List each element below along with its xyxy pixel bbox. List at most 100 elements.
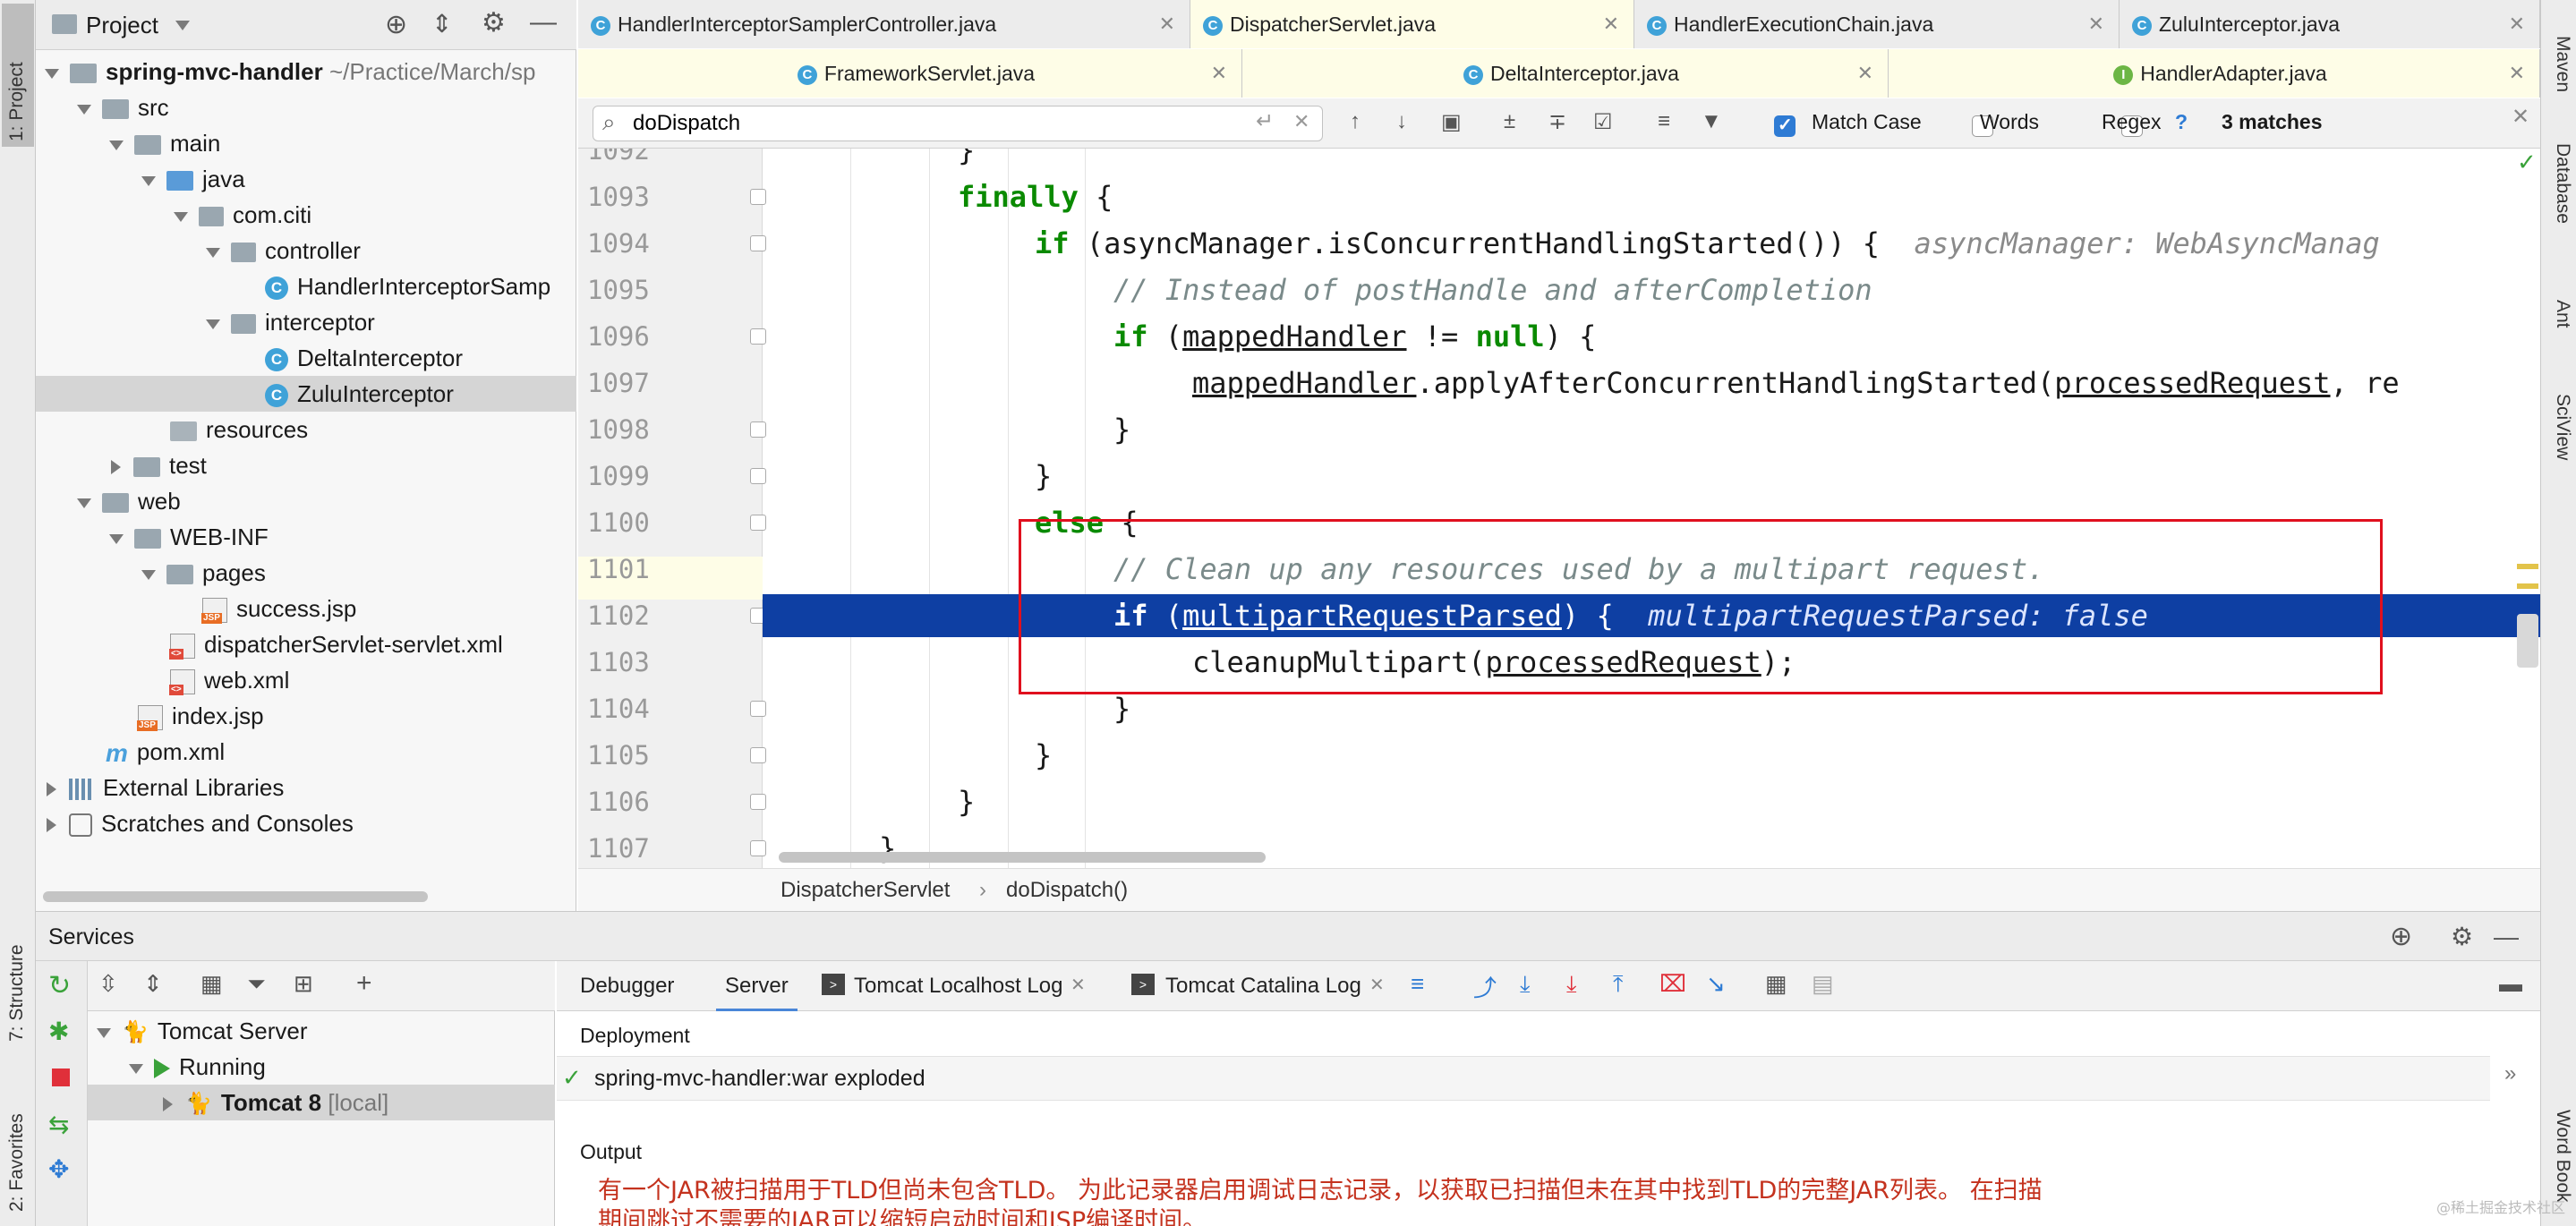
expand-arrow-icon[interactable] [97, 1027, 111, 1038]
expand-all-icon[interactable]: ⇳ [98, 970, 118, 998]
tab-delta-interceptor[interactable]: C DeltaInterceptor.java ✕ [1242, 49, 1889, 98]
collapse-arrow-icon[interactable] [163, 1097, 173, 1112]
collapse-arrow-icon[interactable] [47, 818, 56, 833]
close-icon[interactable]: ✕ [2509, 0, 2525, 48]
tree-item-controller[interactable]: controller [206, 233, 361, 268]
add-service-icon[interactable]: + [356, 968, 372, 999]
tab-handler-adapter[interactable]: I HandlerAdapter.java ✕ [1889, 49, 2540, 98]
threads-icon[interactable]: ≡ [1411, 970, 1424, 998]
tab-handler-execution-chain[interactable]: C HandlerExecutionChain.java ✕ [1634, 0, 2120, 48]
close-icon[interactable]: ✕ [1369, 974, 1385, 996]
force-step-into-icon[interactable]: ⤓ [1566, 970, 1577, 999]
close-icon[interactable]: ✕ [1603, 0, 1619, 48]
project-title[interactable]: Project [86, 0, 158, 50]
locate-icon[interactable]: ⊕ [385, 9, 407, 40]
ant-tool-tab[interactable]: Ant [2545, 300, 2573, 328]
wordbook-tool-tab[interactable]: Word Book [2545, 1110, 2573, 1203]
deploy-icon[interactable]: ✥ [48, 1154, 69, 1184]
tab-framework-servlet[interactable]: C FrameworkServlet.java ✕ [578, 49, 1242, 98]
run-to-cursor-icon[interactable]: ↘ [1706, 970, 1726, 998]
tree-item-index-jsp[interactable]: index.jsp [137, 698, 264, 734]
breadcrumb-class[interactable]: DispatcherServlet [780, 869, 950, 912]
expand-arrow-icon[interactable] [141, 175, 156, 186]
expand-arrow-icon[interactable] [206, 319, 220, 329]
close-icon[interactable]: ✕ [1857, 49, 1873, 98]
tab-zulu-interceptor[interactable]: C ZuluInterceptor.java ✕ [2120, 0, 2540, 48]
tree-item-dispatcher-servlet-xml[interactable]: dispatcherServlet-servlet.xml [169, 626, 503, 662]
expand-arrow-icon[interactable] [77, 498, 91, 508]
project-view-dropdown-icon[interactable] [175, 21, 190, 30]
update-app-icon[interactable]: ⇆ [48, 1110, 69, 1139]
tree-item-resources[interactable]: resources [170, 412, 308, 447]
tree-item-java[interactable]: java [141, 161, 245, 197]
filter-icon[interactable]: ▼ [1701, 109, 1722, 134]
new-tab-icon[interactable]: ⊞ [294, 970, 313, 998]
favorites-tool-tab[interactable]: 2: Favorites [2, 1083, 34, 1217]
tab-handler-interceptor-sampler-controller[interactable]: C HandlerInterceptorSamplerController.jav… [578, 0, 1190, 48]
project-tool-tab[interactable]: 1: Project [2, 4, 34, 147]
debug-icon[interactable]: ✱ [48, 1017, 69, 1046]
sciview-tool-tab[interactable]: SciView [2545, 394, 2573, 460]
service-running[interactable]: Running [129, 1049, 266, 1085]
inspection-ok-icon[interactable]: ✓ [2517, 149, 2537, 176]
remove-selection-icon[interactable]: ∓ [1548, 109, 1566, 135]
tab-dispatcher-servlet[interactable]: C DispatcherServlet.java ✕ [1190, 0, 1634, 48]
evaluate-expression-icon[interactable]: ▦ [1765, 970, 1787, 998]
tree-item-zulu-interceptor[interactable]: C ZuluInterceptor [36, 376, 576, 412]
search-input[interactable] [633, 110, 1206, 137]
gear-icon[interactable]: ⚙ [2451, 912, 2473, 962]
layout-icon[interactable]: ▬ [2499, 970, 2522, 998]
tree-item-interceptor[interactable]: interceptor [206, 304, 375, 340]
tree-item-web-xml[interactable]: web.xml [169, 662, 289, 698]
tree-item-src[interactable]: src [77, 89, 169, 125]
close-icon[interactable]: ✕ [2088, 0, 2104, 48]
expand-arrow-icon[interactable] [129, 1063, 143, 1074]
drop-frame-icon[interactable]: ⌧ [1659, 970, 1686, 998]
collapse-all-icon[interactable]: ⇕ [143, 970, 163, 998]
service-tomcat-server[interactable]: 🐈 Tomcat Server [97, 1013, 308, 1049]
close-icon[interactable]: ✕ [1211, 49, 1227, 98]
expand-arrow-icon[interactable] [109, 533, 124, 544]
close-icon[interactable]: ✕ [1159, 0, 1175, 48]
tree-item-web-inf[interactable]: WEB-INF [109, 519, 269, 555]
collapse-all-icon[interactable]: ⇕ [431, 9, 452, 38]
clear-search-icon[interactable]: ✕ [1293, 110, 1309, 133]
context-options-icon[interactable]: ≡ [1658, 109, 1670, 134]
regex-help-icon[interactable]: ? [2175, 110, 2188, 134]
select-all-matches-icon[interactable]: ☑ [1593, 109, 1613, 135]
expand-arrow-icon[interactable] [109, 140, 124, 150]
stop-icon[interactable] [52, 1068, 70, 1086]
expand-arrow-icon[interactable] [206, 247, 220, 258]
next-occurrence-icon[interactable]: ↓ [1396, 109, 1407, 134]
newline-icon[interactable]: ↵ [1256, 108, 1274, 134]
expand-right-icon[interactable]: » [2504, 1061, 2516, 1086]
tree-item-main[interactable]: main [109, 125, 220, 161]
breadcrumb-method[interactable]: doDispatch() [1006, 869, 1128, 912]
group-by-icon[interactable]: ▦ [200, 970, 223, 998]
step-over-icon[interactable]: ⤓ [1520, 970, 1531, 999]
show-execution-point-icon[interactable]: ⤴ [1473, 970, 1497, 1003]
code-editor[interactable]: 1092 1093 1094 1095 1096 1097 1098 1099 1100 1101… [578, 149, 2540, 868]
tab-server[interactable]: Server [716, 961, 798, 1011]
tree-item-test[interactable]: test [109, 447, 207, 483]
error-stripe-mark[interactable] [2517, 583, 2538, 589]
filter-icon[interactable]: ⏷ [247, 970, 266, 999]
tab-tomcat-catalina-log[interactable]: Tomcat Catalina Log [1165, 961, 1361, 1011]
tree-item-external-libraries[interactable]: External Libraries [45, 770, 284, 805]
expand-arrow-icon[interactable] [45, 68, 59, 79]
maven-tool-tab[interactable]: Maven [2545, 36, 2573, 92]
error-stripe-mark[interactable] [2517, 564, 2538, 569]
tree-item-web[interactable]: web [77, 483, 181, 519]
editor-horizontal-scrollbar[interactable] [779, 852, 1266, 863]
trace-icon[interactable]: ▤ [1812, 970, 1834, 998]
search-field[interactable]: ⌕ ↵ ✕ [593, 106, 1323, 141]
tab-tomcat-localhost-log[interactable]: Tomcat Localhost Log [854, 961, 1062, 1011]
tree-item-project-root[interactable]: spring-mvc-handler ~/Practice/March/sp [45, 54, 535, 89]
rerun-icon[interactable]: ↻ [48, 970, 71, 1001]
collapse-arrow-icon[interactable] [47, 782, 56, 797]
locate-icon[interactable]: ⊕ [2390, 912, 2412, 962]
database-tool-tab[interactable]: Database [2545, 143, 2573, 224]
close-icon[interactable]: ✕ [2509, 49, 2525, 98]
expand-arrow-icon[interactable] [77, 104, 91, 115]
close-icon[interactable]: ✕ [1070, 974, 1086, 996]
